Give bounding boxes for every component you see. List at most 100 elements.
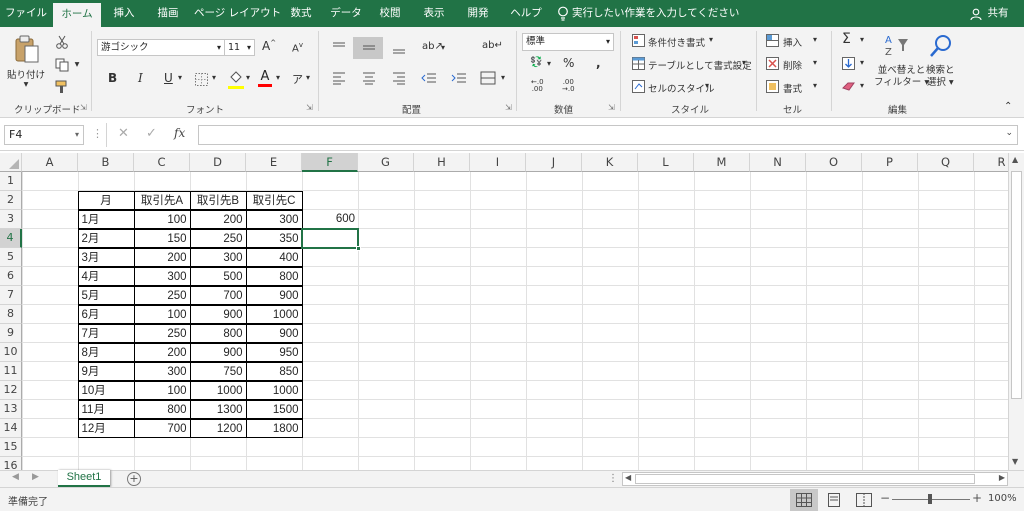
value-cell[interactable]: 300 <box>133 361 191 381</box>
format-cells-dropdown-icon[interactable]: ▾ <box>813 81 817 90</box>
row-header-2[interactable]: 2 <box>0 191 22 210</box>
month-cell[interactable]: 8月 <box>77 342 135 362</box>
format-as-table-button[interactable]: テーブルとして書式設定 <box>648 58 752 72</box>
conditional-formatting-icon[interactable] <box>632 34 645 47</box>
column-header-j[interactable]: J <box>526 153 582 172</box>
value-cell[interactable]: 900 <box>189 342 247 362</box>
phonetic-icon[interactable]: ア <box>292 71 303 87</box>
underline-dropdown-icon[interactable]: ▾ <box>178 73 182 82</box>
number-format-select[interactable]: 標準 ▾ <box>522 33 614 51</box>
value-cell[interactable]: 100 <box>133 304 191 324</box>
grow-font-icon[interactable]: A^ <box>262 39 276 53</box>
column-header-g[interactable]: G <box>358 153 414 172</box>
row-header-11[interactable]: 11 <box>0 362 22 381</box>
format-as-table-icon[interactable] <box>632 57 645 70</box>
table-header-cell[interactable]: 取引先B <box>189 190 247 210</box>
font-size-select[interactable]: 11 ▾ <box>224 39 255 56</box>
vertical-scrollbar[interactable]: ▲ ▼ <box>1008 153 1024 470</box>
value-cell[interactable]: 1000 <box>245 304 303 324</box>
orientation-dropdown-icon[interactable]: ▾ <box>441 43 445 52</box>
value-cell[interactable]: 950 <box>245 342 303 362</box>
value-cell[interactable]: 500 <box>189 266 247 286</box>
fill-dropdown-icon[interactable]: ▾ <box>860 58 864 67</box>
collapse-ribbon-icon[interactable]: ⌃ <box>1004 101 1012 112</box>
orientation-icon[interactable]: ab↗ <box>422 41 443 52</box>
scroll-right-icon[interactable]: ▶ <box>999 473 1005 482</box>
month-cell[interactable]: 3月 <box>77 247 135 267</box>
row-header-12[interactable]: 12 <box>0 381 22 400</box>
column-header-b[interactable]: B <box>78 153 134 172</box>
borders-dropdown-icon[interactable]: ▾ <box>212 73 216 82</box>
percent-style-icon[interactable]: % <box>563 56 574 70</box>
value-cell[interactable]: 1200 <box>189 418 247 438</box>
month-cell[interactable]: 12月 <box>77 418 135 438</box>
accounting-format-icon[interactable]: 💱 <box>530 57 542 68</box>
zoom-level[interactable]: 100% <box>988 493 1017 504</box>
value-cell[interactable]: 200 <box>133 342 191 362</box>
value-cell[interactable]: 1800 <box>245 418 303 438</box>
align-center-icon[interactable] <box>361 71 377 85</box>
month-cell[interactable]: 5月 <box>77 285 135 305</box>
merge-center-icon[interactable] <box>480 71 496 85</box>
value-cell[interactable]: 750 <box>189 361 247 381</box>
conditional-formatting-button[interactable]: 条件付き書式 <box>648 35 705 49</box>
tab-review[interactable]: 校閲 <box>370 0 410 27</box>
row-header-13[interactable]: 13 <box>0 400 22 419</box>
row-header-16[interactable]: 16 <box>0 457 22 470</box>
month-cell[interactable]: 6月 <box>77 304 135 324</box>
value-cell[interactable]: 1000 <box>245 380 303 400</box>
tab-formulas[interactable]: 数式 <box>282 0 320 27</box>
scrollbar-thumb[interactable] <box>1011 171 1022 399</box>
row-header-15[interactable]: 15 <box>0 438 22 457</box>
align-middle-icon[interactable] <box>361 42 377 54</box>
zoom-slider-thumb[interactable] <box>928 494 932 504</box>
value-cell[interactable]: 1500 <box>245 399 303 419</box>
format-painter-icon[interactable] <box>55 80 69 94</box>
row-header-10[interactable]: 10 <box>0 343 22 362</box>
month-cell[interactable]: 1月 <box>77 209 135 229</box>
page-break-view-icon[interactable] <box>856 493 872 507</box>
value-cell[interactable]: 150 <box>133 228 191 248</box>
name-box[interactable]: F4 ▾ <box>4 125 84 145</box>
month-cell[interactable]: 11月 <box>77 399 135 419</box>
column-header-h[interactable]: H <box>414 153 470 172</box>
fill-color-icon[interactable] <box>228 70 244 89</box>
increase-indent-icon[interactable] <box>451 71 467 85</box>
format-cells-button[interactable]: 書式 <box>783 81 802 95</box>
column-header-m[interactable]: M <box>694 153 750 172</box>
bold-button[interactable]: B <box>108 71 117 85</box>
value-cell[interactable]: 900 <box>189 304 247 324</box>
value-cell[interactable]: 700 <box>133 418 191 438</box>
cut-icon[interactable] <box>55 35 69 49</box>
value-cell[interactable]: 850 <box>245 361 303 381</box>
delete-cells-icon[interactable] <box>766 57 779 70</box>
row-header-8[interactable]: 8 <box>0 305 22 324</box>
tab-file[interactable]: ファイル <box>0 0 52 27</box>
value-cell[interactable]: 250 <box>189 228 247 248</box>
fill-down-icon[interactable] <box>842 57 855 70</box>
clipboard-launcher-icon[interactable]: ⇲ <box>80 103 87 112</box>
column-header-r[interactable]: R <box>974 153 1008 172</box>
row-header-4[interactable]: 4 <box>0 229 22 248</box>
month-cell[interactable]: 10月 <box>77 380 135 400</box>
table-header-cell[interactable]: 月 <box>77 190 135 210</box>
wrap-text-icon[interactable]: ab↵ <box>482 40 503 51</box>
value-cell[interactable]: 300 <box>133 266 191 286</box>
share-button[interactable]: 共有 <box>984 0 1012 27</box>
page-layout-view-icon[interactable] <box>826 493 842 507</box>
borders-icon[interactable] <box>195 73 208 86</box>
column-header-k[interactable]: K <box>582 153 638 172</box>
autosum-icon[interactable]: Σ <box>842 31 851 47</box>
cell-styles-dropdown-icon[interactable]: ▾ <box>705 81 709 90</box>
tab-insert[interactable]: 挿入 <box>104 0 144 27</box>
shrink-font-icon[interactable]: Av <box>292 41 303 54</box>
zoom-in-button[interactable]: + <box>972 491 982 505</box>
value-cell[interactable]: 300 <box>245 209 303 229</box>
value-cell[interactable]: 100 <box>133 380 191 400</box>
worksheet-grid[interactable]: A B C D E F G H I J K L M N O P Q R 1 2 3 4 5 6 7 8 9 10 11 12 13 14 15 1… <box>0 153 1008 470</box>
font-color-dropdown-icon[interactable]: ▾ <box>276 73 280 82</box>
increase-decimal-icon[interactable]: ←.0.00 <box>531 79 544 93</box>
fill-handle[interactable] <box>356 246 361 251</box>
tab-data[interactable]: データ <box>326 0 366 27</box>
value-cell[interactable]: 300 <box>189 247 247 267</box>
